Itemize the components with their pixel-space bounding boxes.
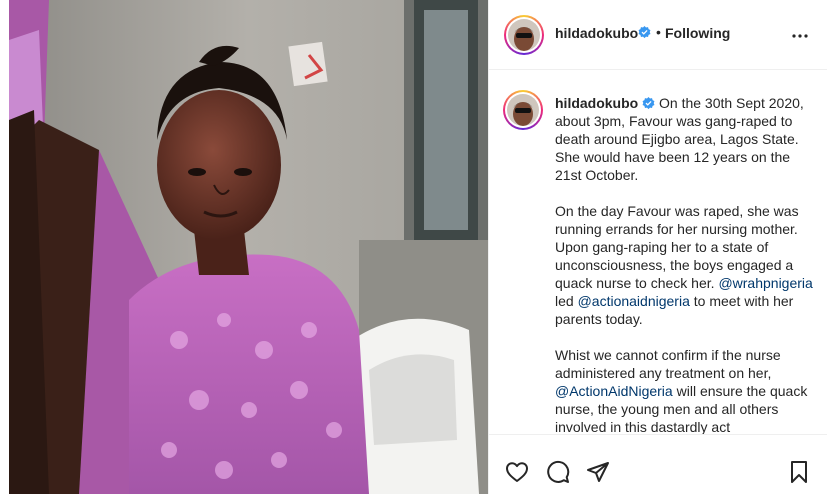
caption-paragraph: Whist we cannot confirm if the nurse adm… <box>555 346 820 434</box>
bookmark-icon[interactable] <box>787 460 811 484</box>
mention-link[interactable]: @actionaidnigeria <box>578 293 690 309</box>
caption-text: Whist we cannot confirm if the nurse adm… <box>555 347 781 381</box>
caption-author-avatar[interactable] <box>503 90 543 130</box>
heart-icon[interactable] <box>505 460 529 484</box>
post-photo[interactable] <box>9 0 488 494</box>
verified-badge-icon <box>638 26 651 39</box>
action-bar <box>489 434 827 494</box>
avatar-image <box>507 94 539 126</box>
mention-link[interactable]: @ActionAidNigeria <box>555 383 673 399</box>
paper-plane-icon[interactable] <box>586 460 610 484</box>
post-header: hildadokubo • Following <box>489 0 827 70</box>
post-side-panel: hildadokubo • Following hildadokubo On t… <box>488 0 827 494</box>
post-caption: hildadokubo On the 30th Sept 2020, about… <box>555 94 820 434</box>
caption-text: led <box>555 293 578 309</box>
more-options-icon[interactable] <box>791 27 809 45</box>
author-username[interactable]: hildadokubo <box>555 25 638 41</box>
comment-icon[interactable] <box>546 460 570 484</box>
photo-image <box>9 0 488 494</box>
caption-paragraph: On the day Favour was raped, she was run… <box>555 202 820 328</box>
avatar-image <box>508 19 540 51</box>
caption-paragraph: hildadokubo On the 30th Sept 2020, about… <box>555 94 820 184</box>
caption-username[interactable]: hildadokubo <box>555 95 638 111</box>
caption-area[interactable]: hildadokubo On the 30th Sept 2020, about… <box>489 71 827 434</box>
verified-badge-icon <box>642 97 655 110</box>
separator-dot: • <box>656 24 661 40</box>
mention-link[interactable]: @wrahpnigeria <box>718 275 812 291</box>
following-button[interactable]: Following <box>665 25 730 41</box>
author-avatar[interactable] <box>504 15 544 55</box>
instagram-post: hildadokubo • Following hildadokubo On t… <box>0 0 827 494</box>
